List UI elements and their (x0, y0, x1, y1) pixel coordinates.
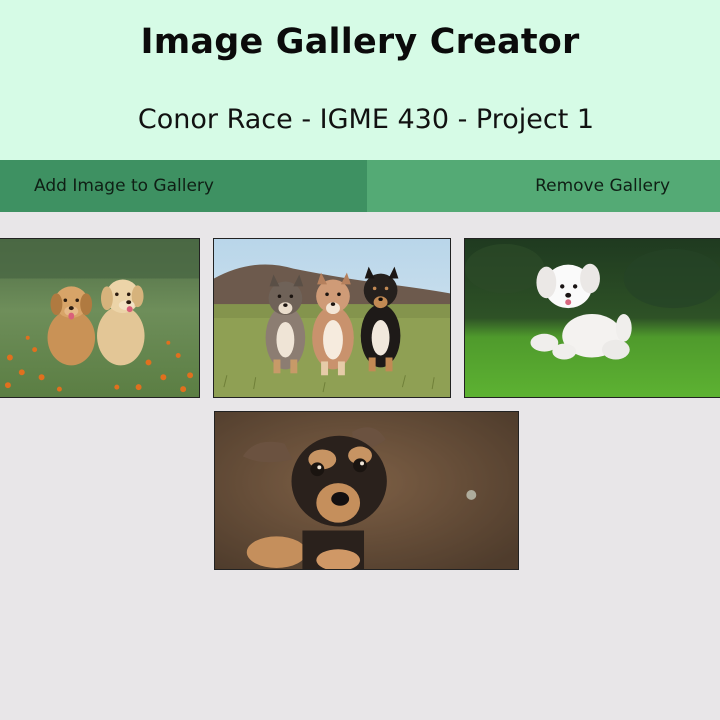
black-tan-puppy-photo (215, 412, 518, 569)
page: Image Gallery Creator Conor Race - IGME … (0, 0, 720, 720)
add-image-button[interactable]: Add Image to Gallery (0, 160, 367, 212)
white-puppy-photo (465, 239, 720, 397)
nav-bar: Add Image to Gallery Remove Gallery (0, 160, 720, 212)
page-title: Image Gallery Creator (140, 22, 580, 62)
gallery-image-golden-puppies[interactable] (0, 238, 200, 398)
remove-gallery-button[interactable]: Remove Gallery (367, 160, 720, 212)
gallery-image-black-tan-puppy[interactable] (214, 411, 519, 570)
gallery-image-white-puppy[interactable] (464, 238, 720, 398)
three-puppies-photo (214, 239, 450, 397)
gallery-image-three-puppies[interactable] (213, 238, 451, 398)
golden-puppies-photo (0, 239, 199, 397)
page-header: Image Gallery Creator Conor Race - IGME … (0, 0, 720, 160)
page-subtitle: Conor Race - IGME 430 - Project 1 (137, 104, 595, 135)
